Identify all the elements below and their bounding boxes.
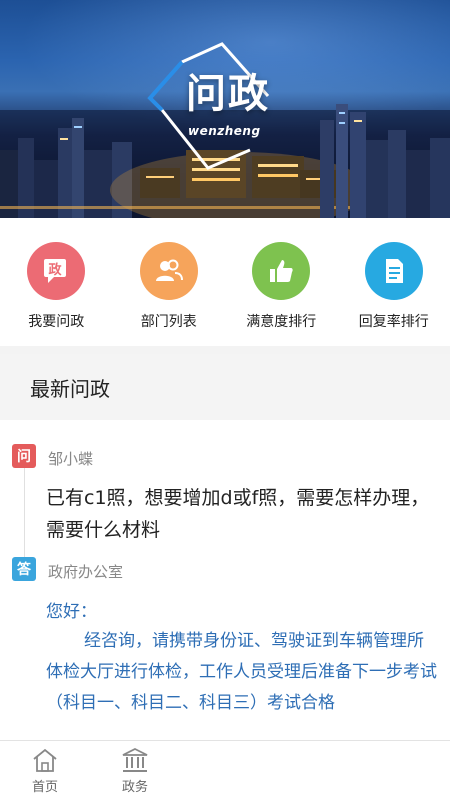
menu-label: 满意度排行 [246, 314, 317, 330]
nav-item-government-affairs[interactable]: 政务 [90, 741, 180, 800]
answer-text: 经咨询，请携带身份证、驾驶证到车辆管理所体检大厅进行体检，工作人员受理后准备下一… [46, 631, 437, 713]
question-tag: 问 [12, 444, 36, 468]
government-building-icon [122, 747, 148, 772]
menu-item-reply-rate-ranking[interactable]: 回复率排行 [339, 242, 449, 331]
nav-item-home[interactable]: 首页 [0, 741, 90, 800]
document-icon [364, 242, 423, 300]
answer-greeting: 您好： [46, 602, 97, 622]
qa-post-card[interactable]: 问 邹小蝶 已有c1照，想要增加d或f照，需要怎样办理，需要什么材料 答 政府办… [0, 420, 450, 740]
top-banner: 问政 wenzheng [0, 0, 450, 218]
thumbs-up-icon [252, 242, 311, 300]
answerer-name: 政府办公室 [48, 563, 124, 581]
menu-item-departments[interactable]: 部门列表 [114, 242, 224, 331]
bottom-fade-overlay [180, 741, 450, 800]
menu-item-ask[interactable]: 政 我要问政 [1, 242, 111, 331]
section-header: 最新问政 [0, 354, 450, 420]
banner-logo-subtitle: wenzheng [188, 124, 261, 138]
home-icon [33, 748, 57, 772]
ask-government-icon: 政 [27, 242, 86, 300]
menu-item-satisfaction-ranking[interactable]: 满意度排行 [226, 242, 336, 331]
section-title: 最新问政 [30, 376, 110, 401]
nav-label: 政务 [121, 780, 148, 795]
asker-name: 邹小蝶 [48, 450, 94, 468]
nav-label: 首页 [31, 780, 58, 795]
bottom-navigation: 首页 政务 [0, 740, 450, 800]
menu-label: 我要问政 [28, 314, 85, 330]
department-people-icon [139, 242, 198, 300]
svg-text:政: 政 [49, 262, 63, 278]
menu-label: 回复率排行 [358, 314, 429, 330]
question-text: 已有c1照，想要增加d或f照，需要怎样办理，需要什么材料 [46, 487, 430, 541]
menu-label: 部门列表 [140, 314, 197, 330]
quick-menu: 政 我要问政 部门列表 满意度排行 回复率排行 [0, 218, 450, 346]
answer-tag: 答 [12, 557, 36, 581]
banner-logo-title: 问政 [186, 71, 270, 117]
